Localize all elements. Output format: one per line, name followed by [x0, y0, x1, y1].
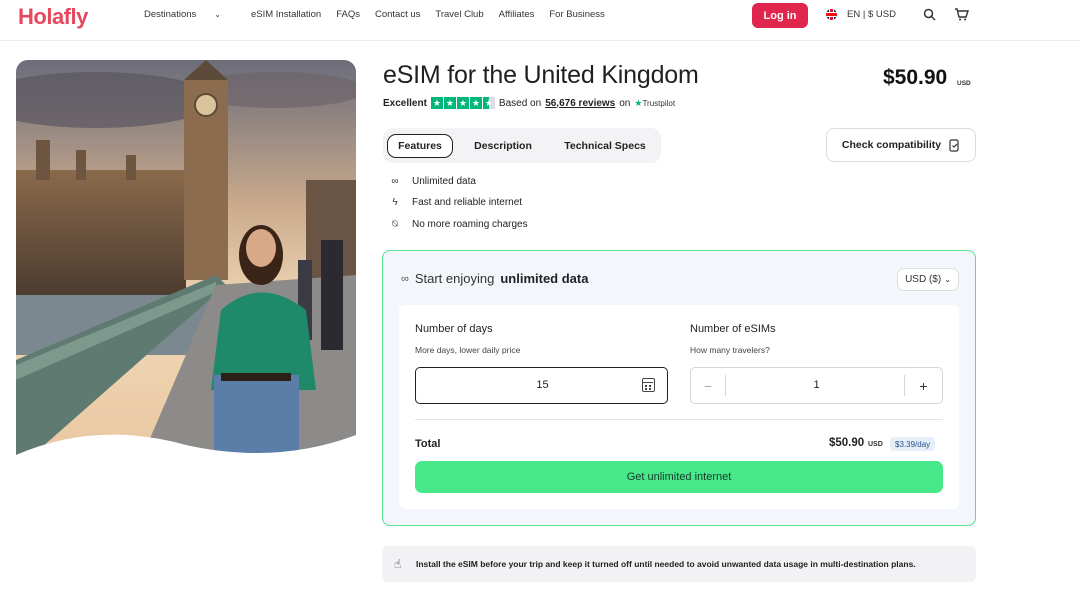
- half-star-icon: ★: [482, 97, 495, 109]
- hand-pointer-icon: ☝: [394, 557, 402, 571]
- check-compatibility-button[interactable]: Check compatibility: [826, 128, 976, 162]
- star-icon: ★: [456, 97, 469, 109]
- nav-affiliates[interactable]: Affiliates: [499, 9, 535, 20]
- product-price: $50.90: [883, 66, 948, 89]
- days-sublabel: More days, lower daily price: [415, 345, 521, 355]
- total-label: Total: [415, 438, 441, 450]
- currency-select[interactable]: USD ($) ⌄: [897, 268, 959, 291]
- plan-config-panel: Number of days More days, lower daily pr…: [399, 305, 959, 509]
- nav-for-business[interactable]: For Business: [549, 9, 604, 20]
- nav-contact[interactable]: Contact us: [375, 9, 420, 20]
- star-icon: ★: [443, 97, 456, 109]
- infinity-icon: ∞: [391, 176, 399, 187]
- star-icon: ★: [469, 97, 482, 109]
- feature-label: Fast and reliable internet: [412, 197, 523, 208]
- hero-image: [16, 60, 356, 471]
- feature-label: No more roaming charges: [412, 219, 528, 230]
- product-tabs: Features Description Technical Specs: [383, 128, 661, 163]
- tab-technical-specs[interactable]: Technical Specs: [557, 134, 653, 158]
- main-nav: Destinations ⌄ eSIM Installation FAQs Con…: [144, 9, 620, 20]
- tab-features[interactable]: Features: [387, 134, 453, 158]
- esims-quantity-stepper[interactable]: − 1 +: [690, 367, 943, 404]
- get-unlimited-internet-button[interactable]: Get unlimited internet: [415, 461, 943, 493]
- phone-check-icon: [949, 138, 959, 152]
- search-icon[interactable]: [923, 8, 936, 26]
- total-value: $50.90: [829, 437, 865, 449]
- trustpilot-logo[interactable]: ★Trustpilot: [634, 98, 675, 109]
- nav-esim-installation[interactable]: eSIM Installation: [251, 9, 321, 20]
- trustpilot-rating: Excellent ★ ★ ★ ★ ★ Based on 56,676 revi…: [383, 97, 675, 109]
- calendar-icon[interactable]: [642, 378, 655, 392]
- uk-flag-icon: [826, 9, 837, 20]
- esims-label: Number of eSIMs: [690, 323, 776, 335]
- days-label: Number of days: [415, 323, 493, 335]
- card-heading: ∞ Start enjoying unlimited data: [401, 271, 588, 286]
- feature-item: ⍉ No more roaming charges: [388, 219, 528, 230]
- star-icon: ★: [430, 97, 443, 109]
- increment-button[interactable]: +: [904, 375, 942, 396]
- chevron-down-icon: ⌄: [944, 275, 951, 284]
- currency-select-label: USD ($): [905, 274, 942, 285]
- reviews-link[interactable]: 56,676 reviews: [545, 98, 615, 109]
- infinity-icon: ∞: [401, 272, 409, 285]
- price-unit: USD: [957, 80, 971, 87]
- based-on-label: Based on: [498, 97, 542, 109]
- feature-item: ∞ Unlimited data: [388, 176, 476, 187]
- nav-faqs[interactable]: FAQs: [336, 9, 360, 20]
- login-button[interactable]: Log in: [752, 3, 808, 28]
- purchase-card: ∞ Start enjoying unlimited data USD ($) …: [382, 250, 976, 526]
- install-notice: ☝ Install the eSIM before your trip and …: [382, 546, 976, 582]
- days-input[interactable]: 15: [415, 367, 668, 404]
- rating-stars: ★ ★ ★ ★ ★: [430, 97, 495, 109]
- page-title: eSIM for the United Kingdom: [383, 61, 699, 89]
- nav-destinations[interactable]: Destinations ⌄: [144, 9, 236, 20]
- days-value: 15: [536, 379, 549, 391]
- top-header: Holafly Destinations ⌄ eSIM Installation …: [0, 0, 1079, 41]
- no-roaming-icon: ⍉: [392, 219, 398, 230]
- nav-travel-club[interactable]: Travel Club: [435, 9, 483, 20]
- feature-item: ϟ Fast and reliable internet: [388, 197, 522, 208]
- tab-description[interactable]: Description: [467, 134, 539, 158]
- locale-selector[interactable]: EN | $ USD: [826, 9, 896, 20]
- chevron-down-icon: ⌄: [214, 10, 221, 19]
- card-heading-bold: unlimited data: [500, 271, 589, 286]
- cart-icon[interactable]: [954, 8, 969, 26]
- per-day-badge: $3.39/day: [890, 437, 936, 451]
- check-compatibility-label: Check compatibility: [841, 139, 942, 151]
- locale-label: EN | $ USD: [847, 9, 896, 20]
- esims-sublabel: How many travelers?: [690, 345, 770, 355]
- rating-label: Excellent: [383, 97, 427, 109]
- nav-destinations-label: Destinations: [144, 9, 197, 20]
- notice-text: Install the eSIM before your trip and ke…: [416, 559, 916, 569]
- divider: [415, 419, 943, 420]
- feature-label: Unlimited data: [412, 176, 476, 187]
- holafly-logo[interactable]: Holafly: [18, 4, 88, 30]
- on-label: on: [619, 97, 631, 109]
- total-unit: USD: [868, 441, 883, 448]
- card-heading-prefix: Start enjoying: [414, 271, 495, 286]
- trustpilot-label: Trustpilot: [642, 98, 676, 108]
- lightning-icon: ϟ: [392, 197, 398, 208]
